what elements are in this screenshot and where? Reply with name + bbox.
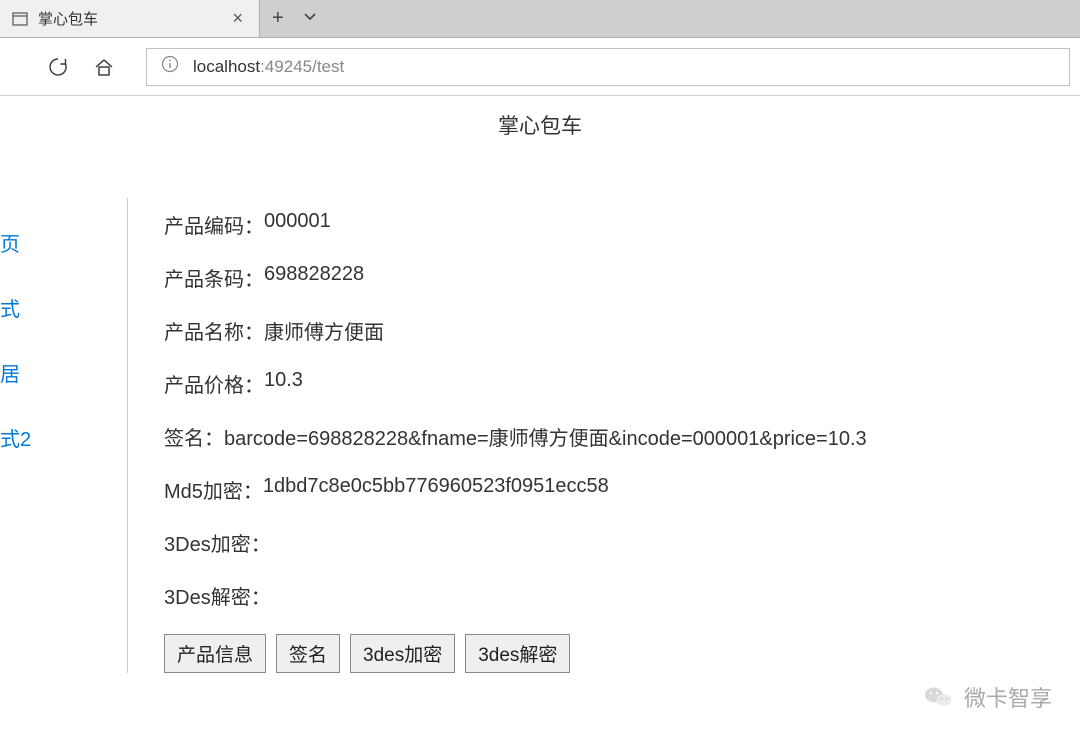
value-product-code: 000001 [264,210,331,239]
value-md5: 1dbd7c8e0c5bb776960523f0951ecc58 [263,475,609,504]
value-barcode: 698828228 [264,263,364,292]
refresh-icon[interactable] [46,55,70,79]
chevron-down-icon[interactable] [302,7,318,30]
tab-page-icon [12,11,28,27]
info-icon[interactable] [161,55,179,78]
address-bar[interactable]: localhost:49245/test [146,48,1070,86]
product-info-button[interactable]: 产品信息 [164,634,266,673]
label-product-name: 产品名称： [164,316,264,345]
close-icon[interactable]: × [228,8,247,29]
sidebar-item-2[interactable]: 居 [0,340,127,405]
label-signature: 签名： [164,422,224,451]
main-content: 产品编码： 000001 产品条码： 698828228 产品名称： 康师傅方便… [128,198,1080,673]
row-3des-decrypt: 3Des解密： [164,581,1080,610]
tab-title: 掌心包车 [38,8,228,29]
3des-encrypt-button[interactable]: 3des加密 [350,634,455,673]
url-path: :49245/test [260,57,344,76]
browser-tab[interactable]: 掌心包车 × [0,0,260,37]
button-row: 产品信息 签名 3des加密 3des解密 [164,634,1080,673]
row-signature: 签名： barcode=698828228&fname=康师傅方便面&incod… [164,422,1080,451]
value-price: 10.3 [264,369,303,398]
wechat-icon [924,684,954,710]
row-price: 产品价格： 10.3 [164,369,1080,398]
row-product-name: 产品名称： 康师傅方便面 [164,316,1080,345]
browser-toolbar: localhost:49245/test [0,38,1080,96]
sign-button[interactable]: 签名 [276,634,340,673]
row-md5: Md5加密： 1dbd7c8e0c5bb776960523f0951ecc58 [164,475,1080,504]
label-price: 产品价格： [164,369,264,398]
row-barcode: 产品条码： 698828228 [164,263,1080,292]
label-product-code: 产品编码： [164,210,264,239]
page-title: 掌心包车 [0,96,1080,150]
watermark-text: 微卡智享 [964,681,1052,713]
url-host: localhost [193,57,260,76]
content-wrap: 页 式 居 式2 产品编码： 000001 产品条码： 698828228 产品… [0,198,1080,673]
home-icon[interactable] [92,55,116,79]
watermark: 微卡智享 [924,681,1052,713]
tab-controls: + [260,0,330,37]
label-md5: Md5加密： [164,475,263,504]
browser-tab-bar: 掌心包车 × + [0,0,1080,38]
sidebar-item-1[interactable]: 式 [0,275,127,340]
label-3des-decrypt: 3Des解密： [164,581,271,610]
sidebar: 页 式 居 式2 [0,198,128,673]
new-tab-icon[interactable]: + [272,7,284,30]
value-product-name: 康师傅方便面 [264,316,384,345]
row-product-code: 产品编码： 000001 [164,210,1080,239]
sidebar-item-3[interactable]: 式2 [0,405,127,470]
sidebar-item-0[interactable]: 页 [0,210,127,275]
value-signature: barcode=698828228&fname=康师傅方便面&incode=00… [224,422,867,451]
3des-decrypt-button[interactable]: 3des解密 [465,634,570,673]
url-text: localhost:49245/test [193,57,344,77]
row-3des-encrypt: 3Des加密： [164,528,1080,557]
label-barcode: 产品条码： [164,263,264,292]
label-3des-encrypt: 3Des加密： [164,528,271,557]
